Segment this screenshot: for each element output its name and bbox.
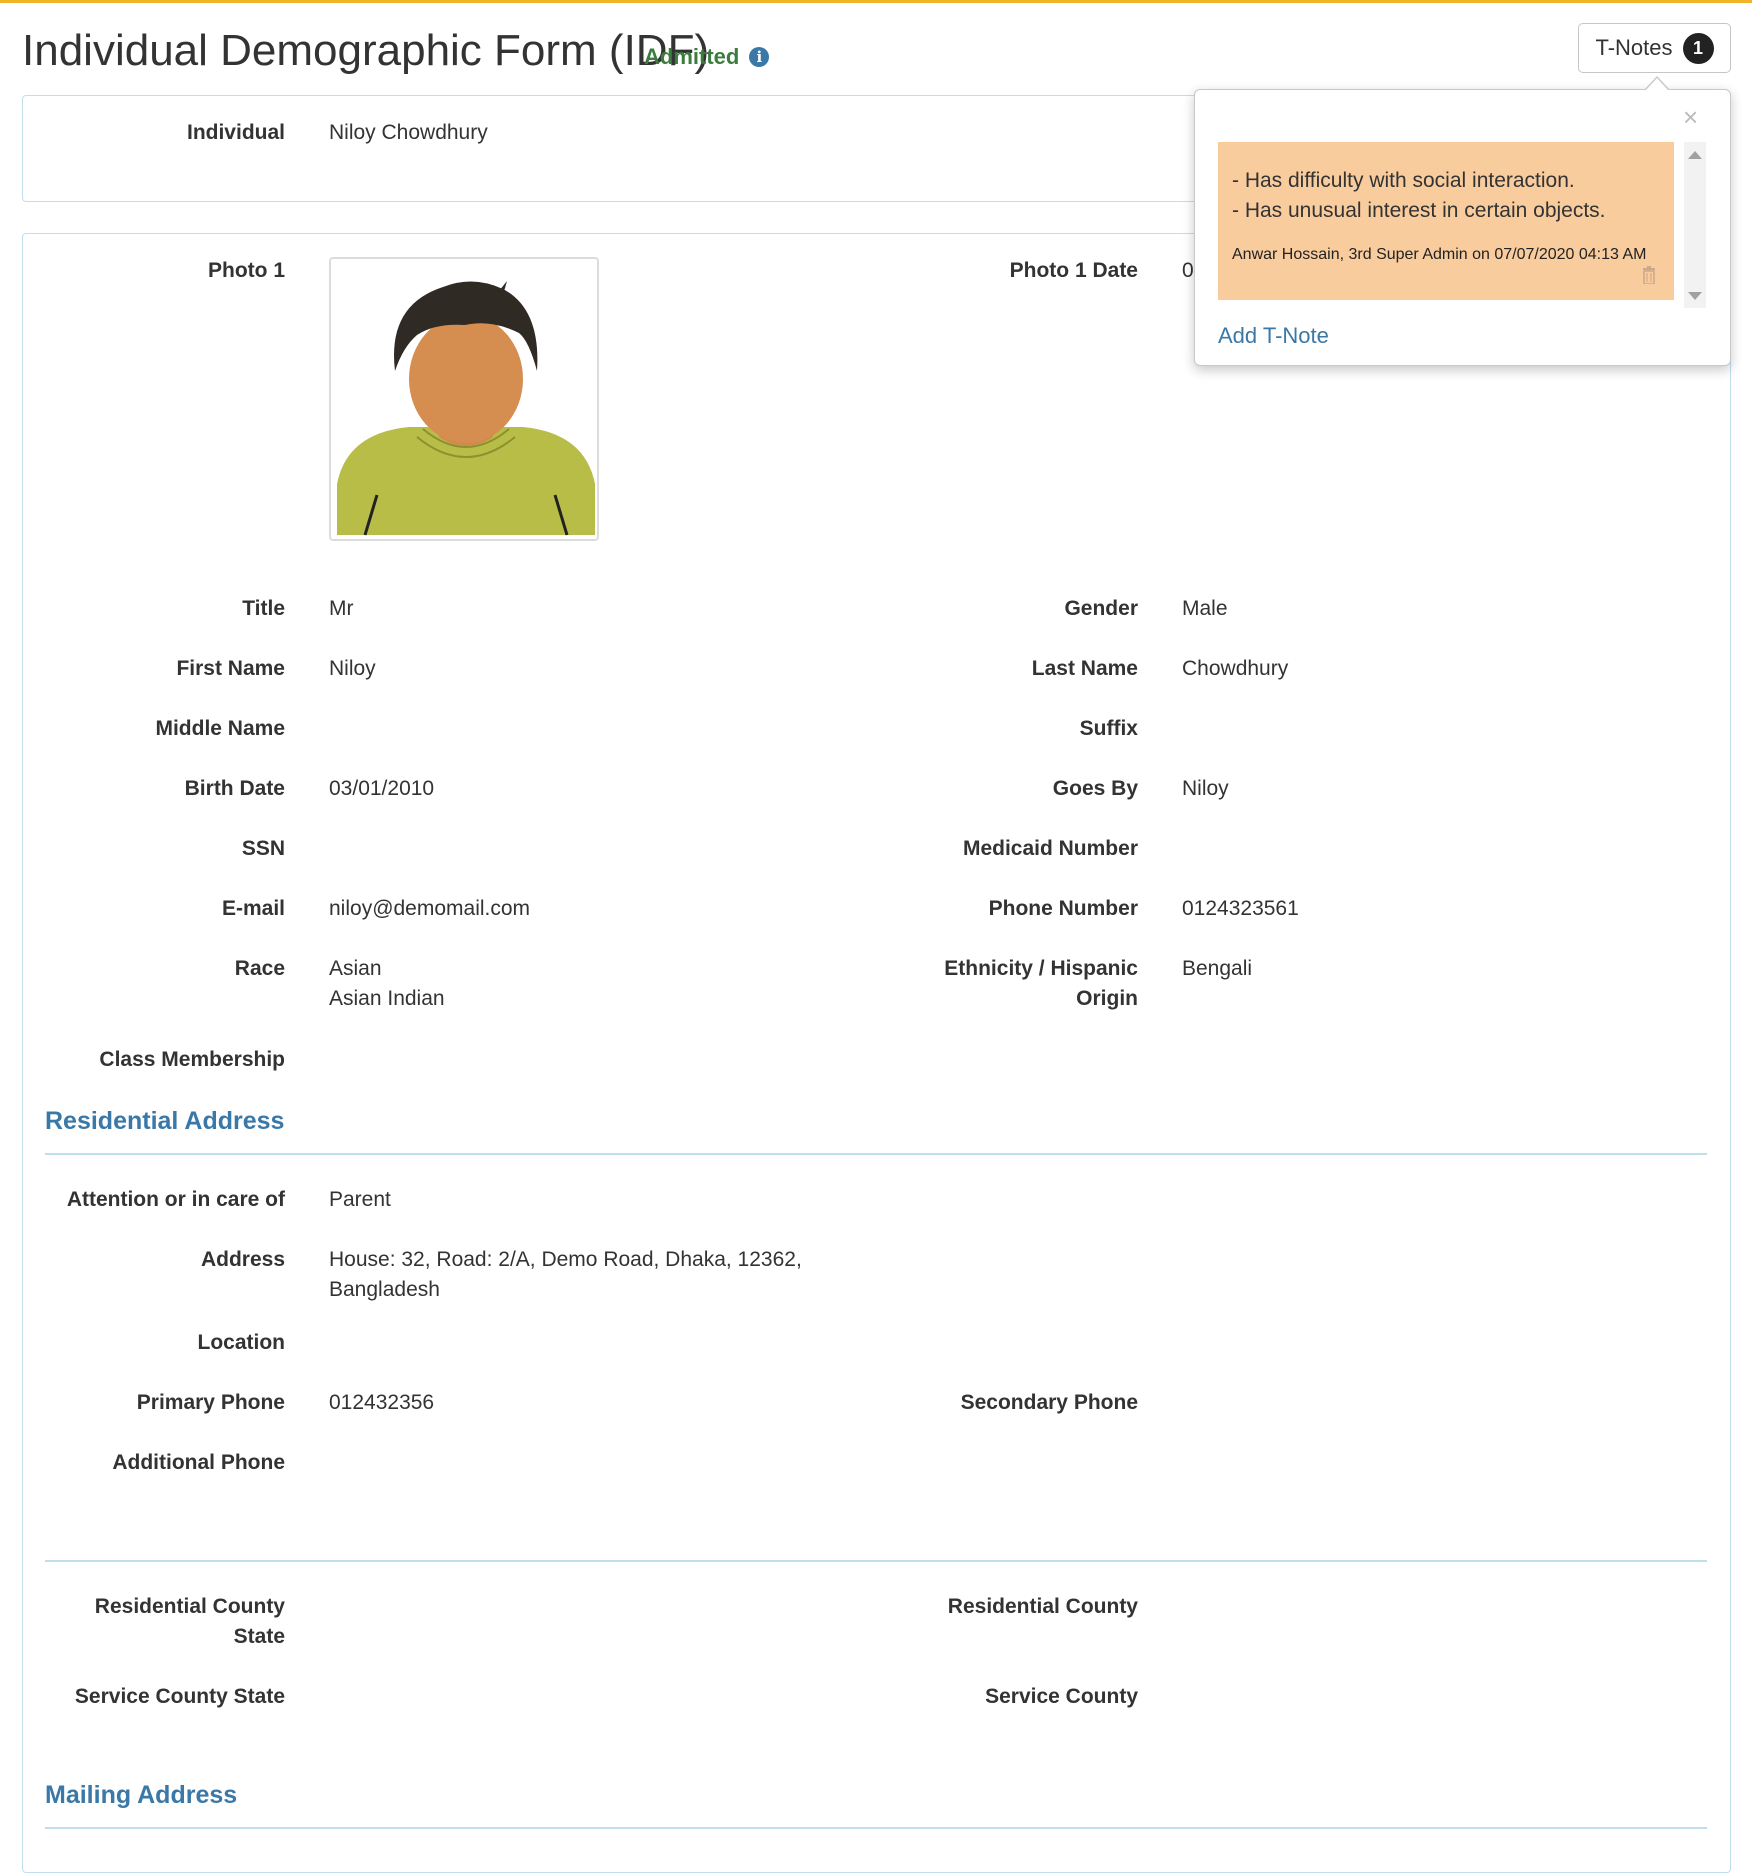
gender-label: Gender bbox=[1064, 597, 1138, 620]
residential-county-state-label: Residential County State bbox=[94, 1595, 285, 1648]
service-county-label: Service County bbox=[985, 1685, 1138, 1708]
service-county-state-label: Service County State bbox=[74, 1685, 285, 1708]
avatar-photo-illustration bbox=[331, 259, 597, 539]
add-tnote-link[interactable]: Add T-Note bbox=[1218, 323, 1329, 349]
primary-phone-value: 012432356 bbox=[329, 1391, 435, 1414]
individual-label: Individual bbox=[186, 121, 285, 144]
popover-arrow-inner bbox=[1646, 78, 1668, 90]
ethnicity-value: Bengali bbox=[1182, 957, 1253, 980]
address-value: House: 32, Road: 2/A, Demo Road, Dhaka, … bbox=[329, 1248, 802, 1301]
tnote-card: - Has difficulty with social interaction… bbox=[1218, 142, 1674, 300]
title-label: Title bbox=[242, 597, 285, 620]
address-label: Address bbox=[200, 1248, 285, 1271]
individual-photo bbox=[329, 257, 599, 541]
close-icon[interactable]: × bbox=[1683, 104, 1698, 130]
status-label: Admitted bbox=[644, 44, 740, 69]
ethnicity-label: Ethnicity / Hispanic Origin bbox=[944, 957, 1138, 1010]
photo-date-value: 0 bbox=[1182, 259, 1194, 282]
tnotes-count-badge: 1 bbox=[1682, 32, 1714, 64]
location-label: Location bbox=[197, 1331, 286, 1354]
popover-scrollbar[interactable] bbox=[1684, 142, 1706, 308]
section-divider bbox=[45, 1560, 1707, 1562]
phone-number-label: Phone Number bbox=[988, 897, 1138, 920]
goes-by-label: Goes By bbox=[1052, 777, 1138, 800]
trash-icon[interactable] bbox=[1642, 266, 1656, 284]
tnote-text: - Has difficulty with social interaction… bbox=[1232, 169, 1606, 222]
tnotes-button[interactable]: T-Notes 1 bbox=[1578, 23, 1731, 73]
birth-date-value: 03/01/2010 bbox=[329, 777, 435, 800]
attention-value: Parent bbox=[329, 1188, 391, 1211]
middle-name-label: Middle Name bbox=[155, 717, 285, 740]
residential-county-label: Residential County bbox=[947, 1595, 1138, 1618]
suffix-label: Suffix bbox=[1079, 717, 1138, 740]
last-name-value: Chowdhury bbox=[1182, 657, 1289, 680]
status-badge: Admitted i bbox=[644, 44, 770, 70]
attention-label: Attention or in care of bbox=[66, 1188, 285, 1211]
info-icon[interactable]: i bbox=[749, 47, 770, 67]
email-value: niloy@demomail.com bbox=[329, 897, 531, 920]
top-accent-line bbox=[0, 0, 1752, 3]
secondary-phone-label: Secondary Phone bbox=[960, 1391, 1138, 1414]
medicaid-number-label: Medicaid Number bbox=[962, 837, 1138, 860]
tnote-meta: Anwar Hossain, 3rd Super Admin on 07/07/… bbox=[1232, 246, 1647, 263]
birth-date-label: Birth Date bbox=[184, 777, 285, 800]
individual-value: Niloy Chowdhury bbox=[329, 121, 488, 144]
goes-by-value: Niloy bbox=[1182, 777, 1229, 800]
first-name-label: First Name bbox=[176, 657, 285, 680]
last-name-label: Last Name bbox=[1031, 657, 1138, 680]
section-divider bbox=[45, 1153, 1707, 1155]
scroll-down-arrow-icon[interactable] bbox=[1688, 292, 1702, 300]
primary-phone-label: Primary Phone bbox=[136, 1391, 285, 1414]
residential-address-heading: Residential Address bbox=[45, 1107, 285, 1135]
class-membership-label: Class Membership bbox=[99, 1048, 285, 1071]
photo-date-label: Photo 1 Date bbox=[1009, 259, 1138, 282]
mailing-address-heading: Mailing Address bbox=[45, 1781, 238, 1809]
photo-label: Photo 1 bbox=[208, 259, 285, 282]
tnotes-label: T-Notes bbox=[1595, 35, 1673, 60]
page-title: Individual Demographic Form (IDF) bbox=[22, 26, 710, 75]
race-value: Asian Asian Indian bbox=[329, 957, 445, 1010]
phone-number-value: 0124323561 bbox=[1182, 897, 1299, 920]
gender-value: Male bbox=[1182, 597, 1228, 620]
title-value: Mr bbox=[329, 597, 354, 620]
first-name-value: Niloy bbox=[329, 657, 376, 680]
section-divider bbox=[45, 1827, 1707, 1829]
email-label: E-mail bbox=[221, 897, 285, 920]
ssn-label: SSN bbox=[241, 837, 285, 860]
scroll-up-arrow-icon[interactable] bbox=[1688, 151, 1702, 159]
race-label: Race bbox=[234, 957, 285, 980]
additional-phone-label: Additional Phone bbox=[112, 1451, 285, 1474]
